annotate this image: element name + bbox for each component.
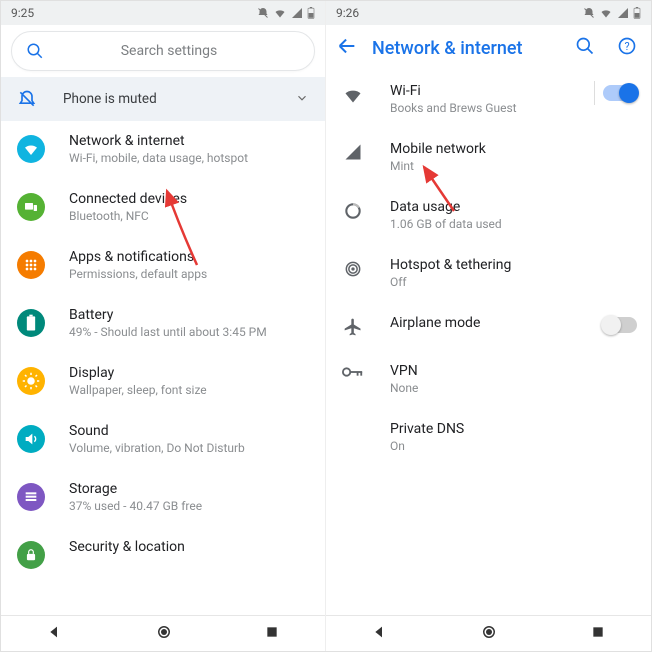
search-placeholder: Search settings (38, 43, 300, 59)
item-title: Private DNS (390, 421, 464, 437)
sound-icon (17, 425, 45, 453)
bell-off-icon (17, 89, 37, 109)
signal-status-icon (617, 7, 629, 19)
network-list: Wi-Fi Books and Brews Guest Mobile networ… (326, 71, 651, 615)
item-sub: Volume, vibration, Do Not Disturb (69, 441, 245, 455)
battery-status-icon (307, 7, 315, 19)
signal-status-icon (291, 7, 303, 19)
item-sub: 37% used - 40.47 GB free (69, 499, 202, 513)
back-button[interactable] (336, 35, 358, 61)
item-title: Mobile network (390, 141, 486, 157)
item-sub: Books and Brews Guest (390, 101, 517, 115)
item-title: Wi-Fi (390, 83, 517, 99)
item-title: Airplane mode (390, 315, 480, 331)
item-storage[interactable]: Storage 37% used - 40.47 GB free (1, 469, 325, 527)
item-vpn[interactable]: VPN None (326, 351, 651, 409)
item-title: VPN (390, 363, 418, 379)
item-title: Security & location (69, 539, 185, 555)
airplane-icon (342, 317, 364, 337)
phone-muted-row[interactable]: Phone is muted (1, 77, 325, 121)
item-title: Network & internet (69, 133, 248, 149)
item-apps-notifications[interactable]: Apps & notifications Permissions, default… (1, 237, 325, 295)
dnd-icon (583, 7, 595, 19)
item-data-usage[interactable]: Data usage 1.06 GB of data used (326, 187, 651, 245)
item-airplane-mode[interactable]: Airplane mode (326, 303, 651, 351)
item-sub: Mint (390, 159, 486, 173)
security-icon (17, 541, 45, 569)
wifi-status-icon (599, 7, 613, 19)
item-network-internet[interactable]: Network & internet Wi-Fi, mobile, data us… (1, 121, 325, 179)
wifi-toggle[interactable] (603, 85, 637, 101)
item-title: Display (69, 365, 207, 381)
status-time: 9:25 (11, 6, 34, 20)
item-sound[interactable]: Sound Volume, vibration, Do Not Disturb (1, 411, 325, 469)
item-sub: Bluetooth, NFC (69, 209, 187, 223)
item-mobile-network[interactable]: Mobile network Mint (326, 129, 651, 187)
status-time: 9:26 (336, 6, 359, 20)
status-icons (257, 7, 315, 19)
item-sub: Off (390, 275, 511, 289)
item-battery[interactable]: Battery 49% - Should last until about 3:4… (1, 295, 325, 353)
item-title: Storage (69, 481, 202, 497)
apps-icon (17, 251, 45, 279)
status-bar: 9:26 (326, 1, 651, 25)
item-sub: Wallpaper, sleep, font size (69, 383, 207, 397)
vpn-key-icon (342, 365, 364, 379)
nav-bar (326, 615, 651, 651)
item-sub: Wi-Fi, mobile, data usage, hotspot (69, 151, 248, 165)
dnd-icon (257, 7, 269, 19)
item-sub: 1.06 GB of data used (390, 217, 502, 231)
mute-label: Phone is muted (63, 91, 157, 107)
settings-main-pane: 9:25 Search settings Phone is muted Netw… (1, 1, 326, 651)
help-button[interactable]: ? (617, 36, 637, 60)
settings-list: Network & internet Wi-Fi, mobile, data us… (1, 121, 325, 615)
svg-text:?: ? (624, 40, 629, 53)
item-security-location[interactable]: Security & location (1, 527, 325, 583)
storage-icon (17, 483, 45, 511)
devices-icon (17, 193, 45, 221)
display-icon (17, 367, 45, 395)
item-sub: On (390, 439, 464, 453)
item-title: Sound (69, 423, 245, 439)
item-sub: 49% - Should last until about 3:45 PM (69, 325, 267, 339)
item-title: Data usage (390, 199, 502, 215)
nav-recent-icon[interactable] (265, 624, 279, 643)
item-title: Hotspot & tethering (390, 257, 511, 273)
chevron-down-icon (295, 90, 309, 109)
network-internet-pane: 9:26 Network & internet ? Wi-Fi Books and… (326, 1, 651, 651)
airplane-toggle[interactable] (603, 317, 637, 333)
nav-back-icon[interactable] (372, 624, 388, 644)
item-hotspot[interactable]: Hotspot & tethering Off (326, 245, 651, 303)
page-title: Network & internet (372, 38, 561, 59)
nav-home-icon[interactable] (155, 623, 173, 645)
nav-recent-icon[interactable] (591, 624, 605, 643)
divider (594, 81, 595, 105)
item-sub: Permissions, default apps (69, 267, 207, 281)
wifi-icon (342, 85, 364, 105)
data-usage-icon (342, 201, 364, 221)
network-icon (17, 135, 45, 163)
signal-icon (342, 143, 364, 161)
wifi-status-icon (273, 7, 287, 19)
nav-back-icon[interactable] (47, 624, 63, 644)
status-bar: 9:25 (1, 1, 325, 25)
battery-icon (17, 309, 45, 337)
item-private-dns[interactable]: Private DNS On (326, 409, 651, 467)
item-wifi[interactable]: Wi-Fi Books and Brews Guest (326, 71, 651, 129)
nav-bar (1, 615, 325, 651)
status-icons (583, 7, 641, 19)
nav-home-icon[interactable] (480, 623, 498, 645)
page-header: Network & internet ? (326, 25, 651, 71)
item-sub: None (390, 381, 418, 395)
item-title: Connected devices (69, 191, 187, 207)
battery-status-icon (633, 7, 641, 19)
item-display[interactable]: Display Wallpaper, sleep, font size (1, 353, 325, 411)
item-title: Battery (69, 307, 267, 323)
item-connected-devices[interactable]: Connected devices Bluetooth, NFC (1, 179, 325, 237)
hotspot-icon (342, 259, 364, 279)
search-settings-bar[interactable]: Search settings (11, 31, 315, 71)
search-button[interactable] (575, 36, 595, 60)
item-title: Apps & notifications (69, 249, 207, 265)
